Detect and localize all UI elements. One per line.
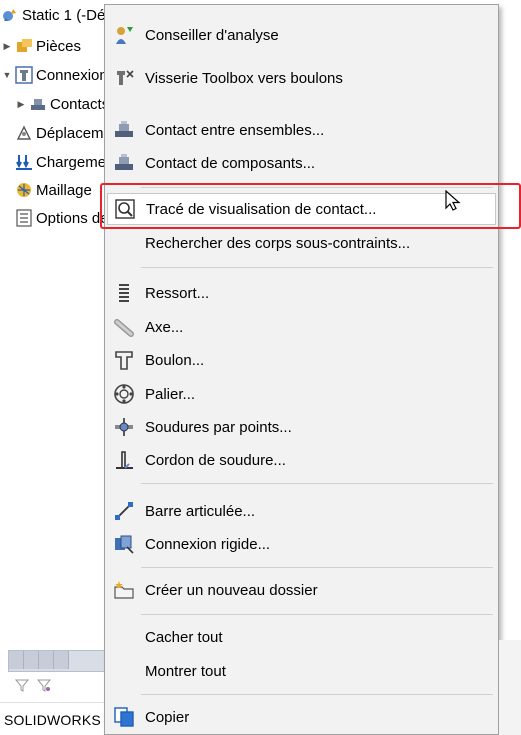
context-menu: Conseiller d'analyse Visserie Toolbox ve… bbox=[104, 4, 499, 735]
filter-advanced-icon[interactable] bbox=[36, 677, 52, 693]
menu-item-edge-weld[interactable]: Cordon de soudure... bbox=[105, 444, 498, 476]
tree-item-contacts[interactable]: ▶ Contacts bbox=[14, 93, 110, 115]
fixture-icon bbox=[14, 124, 34, 142]
app-label: SOLIDWORKS bbox=[4, 712, 101, 728]
edge-weld-icon bbox=[113, 449, 135, 471]
menu-item-bearing[interactable]: Palier... bbox=[105, 378, 498, 410]
menu-item-contact-sets[interactable]: Contact entre ensembles... bbox=[105, 114, 498, 146]
scroll-last-icon[interactable] bbox=[54, 651, 69, 669]
tree-item-label: Contacts bbox=[50, 95, 110, 113]
tree-item-parts[interactable]: ▶ Pièces bbox=[0, 35, 82, 57]
menu-item-find-underconstrained[interactable]: Rechercher des corps sous-contraints... bbox=[105, 227, 498, 259]
menu-item-pin[interactable]: Axe... bbox=[105, 311, 498, 343]
scroll-first-icon[interactable] bbox=[9, 651, 24, 669]
menu-item-link[interactable]: Barre articulée... bbox=[105, 495, 498, 527]
component-contact-icon bbox=[113, 119, 135, 141]
tree-scrollbar[interactable] bbox=[8, 650, 110, 672]
pin-icon bbox=[113, 316, 135, 338]
copy-icon bbox=[113, 706, 135, 728]
menu-item-label: Montrer tout bbox=[145, 662, 226, 680]
menu-item-label: Visserie Toolbox vers boulons bbox=[145, 69, 343, 87]
new-folder-icon bbox=[113, 579, 135, 601]
menu-item-analysis-advisor[interactable]: Conseiller d'analyse bbox=[105, 19, 498, 51]
feature-tree: Static 1 (-Défaut-) ▶ Pièces ▼ Connexion… bbox=[0, 0, 192, 735]
expand-arrow-icon[interactable]: ▶ bbox=[14, 99, 28, 110]
contact-icon bbox=[28, 95, 48, 113]
load-icon bbox=[14, 153, 34, 171]
connections-icon bbox=[14, 66, 34, 84]
menu-item-label: Cacher tout bbox=[145, 628, 223, 646]
bolt-icon bbox=[113, 349, 135, 371]
menu-separator bbox=[141, 483, 493, 484]
background-area bbox=[499, 640, 521, 735]
menu-item-label: Contact de composants... bbox=[145, 154, 316, 172]
mouse-cursor-icon bbox=[445, 189, 461, 216]
menu-item-rigid-connection[interactable]: Connexion rigide... bbox=[105, 528, 498, 560]
collapse-arrow-icon[interactable]: ▼ bbox=[0, 70, 14, 80]
parts-icon bbox=[14, 37, 34, 55]
menu-item-label: Axe... bbox=[145, 318, 184, 336]
menu-item-label: Barre articulée... bbox=[145, 502, 256, 520]
advisor-icon bbox=[113, 24, 135, 46]
tree-item-label: Maillage bbox=[36, 181, 92, 199]
menu-item-label: Cordon de soudure... bbox=[145, 451, 286, 469]
menu-item-spring[interactable]: Ressort... bbox=[105, 277, 498, 309]
menu-item-label: Créer un nouveau dossier bbox=[145, 581, 318, 599]
menu-item-bolt[interactable]: Boulon... bbox=[105, 344, 498, 376]
menu-item-spot-welds[interactable]: Soudures par points... bbox=[105, 411, 498, 443]
menu-item-label: Palier... bbox=[145, 385, 196, 403]
expand-arrow-icon[interactable]: ▶ bbox=[0, 41, 14, 52]
rigid-connection-icon bbox=[113, 533, 135, 555]
filter-toolbar bbox=[14, 677, 52, 693]
menu-separator bbox=[141, 267, 493, 268]
bearing-icon bbox=[113, 383, 135, 405]
scroll-prev-icon[interactable] bbox=[24, 651, 39, 669]
filter-icon[interactable] bbox=[14, 677, 30, 693]
menu-item-label: Conseiller d'analyse bbox=[145, 26, 279, 44]
menu-item-label: Contact entre ensembles... bbox=[145, 121, 325, 139]
menu-item-copy[interactable]: Copier bbox=[105, 701, 498, 733]
spring-icon bbox=[113, 282, 135, 304]
result-options-icon bbox=[14, 209, 34, 227]
menu-item-label: Rechercher des corps sous-contraints... bbox=[145, 234, 411, 252]
tree-item-connections[interactable]: ▼ Connexions bbox=[0, 64, 115, 86]
mesh-icon bbox=[14, 181, 34, 199]
scroll-next-icon[interactable] bbox=[39, 651, 54, 669]
menu-item-label: Soudures par points... bbox=[145, 418, 292, 436]
menu-item-hide-all[interactable]: Cacher tout bbox=[105, 621, 498, 653]
menu-item-component-contact[interactable]: Contact de composants... bbox=[105, 147, 498, 179]
menu-item-toolbox-to-bolts[interactable]: Visserie Toolbox vers boulons bbox=[105, 62, 498, 94]
component-contact-icon bbox=[113, 152, 135, 174]
spot-weld-icon bbox=[113, 416, 135, 438]
menu-item-label: Copier bbox=[145, 708, 190, 726]
divider bbox=[0, 702, 110, 703]
menu-item-show-all[interactable]: Montrer tout bbox=[105, 655, 498, 687]
menu-item-label: Connexion rigide... bbox=[145, 535, 271, 553]
study-icon bbox=[0, 6, 20, 24]
tree-item-mesh[interactable]: Maillage bbox=[14, 179, 92, 201]
toolbox-bolt-icon bbox=[113, 67, 135, 89]
tree-item-label: Pièces bbox=[36, 37, 82, 55]
menu-separator bbox=[141, 614, 493, 615]
link-icon bbox=[113, 500, 135, 522]
menu-separator bbox=[141, 567, 493, 568]
menu-item-new-folder[interactable]: Créer un nouveau dossier bbox=[105, 574, 498, 606]
menu-item-label: Boulon... bbox=[145, 351, 205, 369]
menu-item-label: Ressort... bbox=[145, 284, 210, 302]
menu-separator bbox=[141, 694, 493, 695]
